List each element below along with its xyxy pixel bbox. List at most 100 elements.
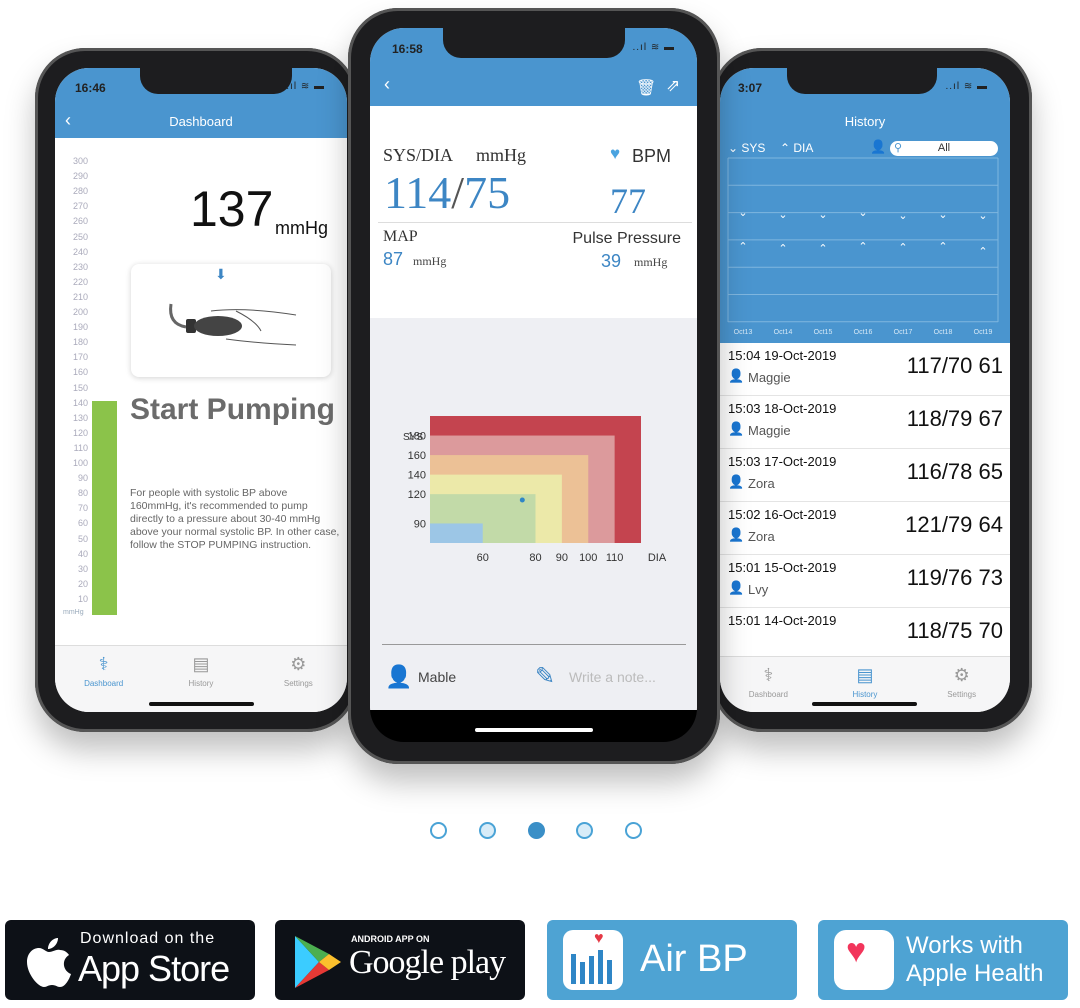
- user-search-input[interactable]: ⚲ All: [890, 141, 998, 156]
- scale-label: 50: [77, 533, 88, 544]
- record-row[interactable]: 15:03 18-Oct-2019 👤 Maggie 118/79 67: [720, 396, 1010, 449]
- home-indicator: [149, 702, 254, 706]
- status-time: 3:07: [738, 81, 763, 95]
- apple-health-line2: Apple Health: [906, 960, 1044, 987]
- status-time: 16:46: [75, 81, 106, 95]
- sys-marker: ⌄: [898, 210, 907, 222]
- apple-health-line1: Works with: [906, 932, 1023, 959]
- record-value: 119/76 73: [906, 565, 1003, 590]
- record-row[interactable]: 15:04 19-Oct-2019 👤 Maggie 117/70 61: [720, 343, 1010, 396]
- arrow-down-icon: ⬇: [215, 266, 227, 282]
- record-row[interactable]: 15:02 16-Oct-2019 👤 Zora 121/79 64: [720, 502, 1010, 555]
- scale-label: 150: [72, 382, 88, 393]
- pump-illustration-card: ⬇: [131, 264, 331, 377]
- x-tick-label: 100: [579, 552, 597, 564]
- x-tick-label: 80: [529, 552, 541, 564]
- share-icon[interactable]: ⇗: [666, 76, 680, 96]
- pulse-pressure-label: Pulse Pressure: [572, 230, 682, 247]
- app-store-small: Download on the: [80, 930, 216, 947]
- date-label: Oct17: [894, 329, 913, 336]
- heart-icon: ♥: [610, 144, 621, 163]
- slash: /: [451, 167, 465, 218]
- tab-settings[interactable]: ⚙ Settings: [927, 665, 997, 712]
- tab-dashboard[interactable]: ⚕ Dashboard: [69, 654, 139, 712]
- sysdia-unit: mmHg: [476, 145, 527, 165]
- google-play-small: ANDROID APP ON: [351, 934, 430, 944]
- scale-label: 60: [77, 518, 88, 529]
- scale-label: 170: [72, 352, 88, 363]
- air-bp-badge[interactable]: ♥ Air BP: [547, 920, 797, 1000]
- bpm-label: BPM: [632, 146, 672, 166]
- home-indicator: [812, 702, 917, 706]
- scale-label: 110: [73, 442, 88, 453]
- back-icon[interactable]: ‹: [384, 74, 390, 95]
- apple-health-icon: ♥: [834, 930, 894, 990]
- date-label: Oct14: [774, 329, 793, 336]
- dia-marker: ⌃: [978, 246, 987, 258]
- pulse-pressure-value: 39: [601, 251, 622, 271]
- pagination-dot[interactable]: [478, 822, 496, 839]
- user-icon[interactable]: 👤: [385, 664, 412, 690]
- dia-marker: ⌃: [938, 241, 947, 253]
- tab-settings[interactable]: ⚙ Settings: [263, 654, 333, 712]
- note-icon[interactable]: ✎: [535, 662, 555, 691]
- pagination-dot[interactable]: [576, 822, 594, 839]
- stethoscope-icon: ⚕: [763, 665, 774, 685]
- center-phone: 16:58 ..ıl ≋ ▬ ‹ 🗑 ⇗ SYS/DIA mmHg 114/75…: [348, 8, 720, 764]
- air-bp-app-icon: ♥: [563, 930, 623, 990]
- y-tick-label: 140: [408, 470, 426, 482]
- record-value: 116/78 65: [906, 459, 1003, 484]
- apple-health-badge[interactable]: ♥ Works with Apple Health: [818, 920, 1068, 1000]
- user-icon: 👤: [728, 474, 745, 489]
- sysdia-value: 114/75: [384, 166, 510, 219]
- scale-label: 210: [72, 291, 88, 302]
- scale-label: 250: [72, 231, 88, 242]
- scale-label: 70: [77, 503, 88, 514]
- app-store-big: App Store: [78, 948, 230, 989]
- scale-label: 130: [72, 412, 88, 423]
- scale-label: 90: [77, 473, 88, 484]
- scale-label: 160: [72, 367, 88, 378]
- note-input[interactable]: Write a note...: [569, 669, 656, 685]
- dia-marker: ⌃: [858, 241, 867, 253]
- scale-label: 100: [72, 458, 88, 468]
- map-label: MAP: [383, 228, 418, 245]
- pagination-dot[interactable]: [625, 822, 643, 839]
- reading-detail-screen: 16:58 ..ıl ≋ ▬ ‹ 🗑 ⇗ SYS/DIA mmHg 114/75…: [370, 28, 697, 742]
- dia-filter-label: DIA: [793, 141, 814, 155]
- x-tick-label: 110: [606, 552, 624, 564]
- tab-dashboard[interactable]: ⚕ Dashboard: [733, 665, 803, 712]
- bpm-value: 77: [610, 181, 646, 221]
- right-phone: 3:07 ..ıl ≋ ▬ History ⌄ SYS ⌃ DIA 👤 ⚲ Al…: [712, 48, 1032, 732]
- record-row[interactable]: 15:01 14-Oct-2019 118/75 70: [720, 608, 1010, 661]
- search-value: All: [937, 142, 951, 154]
- record-value: 118/79 67: [906, 406, 1003, 431]
- google-play-badge[interactable]: ANDROID APP ON Google play: [275, 920, 525, 1000]
- user-name[interactable]: Mable: [418, 669, 456, 685]
- pagination-dot[interactable]: [430, 822, 447, 839]
- pagination-dot[interactable]: [527, 822, 545, 839]
- zone-rect: [430, 523, 483, 543]
- record-value: 118/75 70: [906, 618, 1003, 643]
- dia-filter[interactable]: ⌃ DIA: [780, 141, 813, 155]
- hand-pump-illustration: [169, 303, 297, 346]
- dia-value: 75: [464, 167, 511, 218]
- record-row[interactable]: 15:01 15-Oct-2019 👤 Lvy 119/76 73: [720, 555, 1010, 608]
- status-icons: ..ıl ≋ ▬: [945, 81, 988, 92]
- gear-icon: ⚙: [953, 665, 970, 685]
- history-chart[interactable]: Oct13 ⌄ ⌃ Oct14 ⌄ ⌃ Oct15 ⌄ ⌃ Oct16 ⌄ ⌃ Oct17 ⌄ ⌃ Oct18…: [720, 156, 1010, 343]
- scale-label: 10: [77, 593, 88, 604]
- header: 3:07 ..ıl ≋ ▬ History ⌄ SYS ⌃ DIA 👤 ⚲ Al…: [720, 68, 1010, 343]
- instruction-heading: Start Pumping: [130, 393, 336, 426]
- date-label: Oct19: [974, 329, 993, 336]
- user-icon[interactable]: 👤: [870, 139, 886, 155]
- app-store-badge[interactable]: Download on the App Store: [5, 920, 255, 1000]
- scale-label: 80: [77, 488, 88, 499]
- tab-label: Settings: [283, 679, 313, 688]
- map-unit: mmHg: [413, 254, 447, 268]
- google-play-big: Google play: [349, 944, 506, 981]
- record-row[interactable]: 15:03 17-Oct-2019 👤 Zora 116/78 65: [720, 449, 1010, 502]
- record-datetime: 15:03 18-Oct-2019: [728, 401, 837, 416]
- trash-icon[interactable]: 🗑: [636, 78, 656, 98]
- sys-filter[interactable]: ⌄ SYS: [728, 141, 765, 155]
